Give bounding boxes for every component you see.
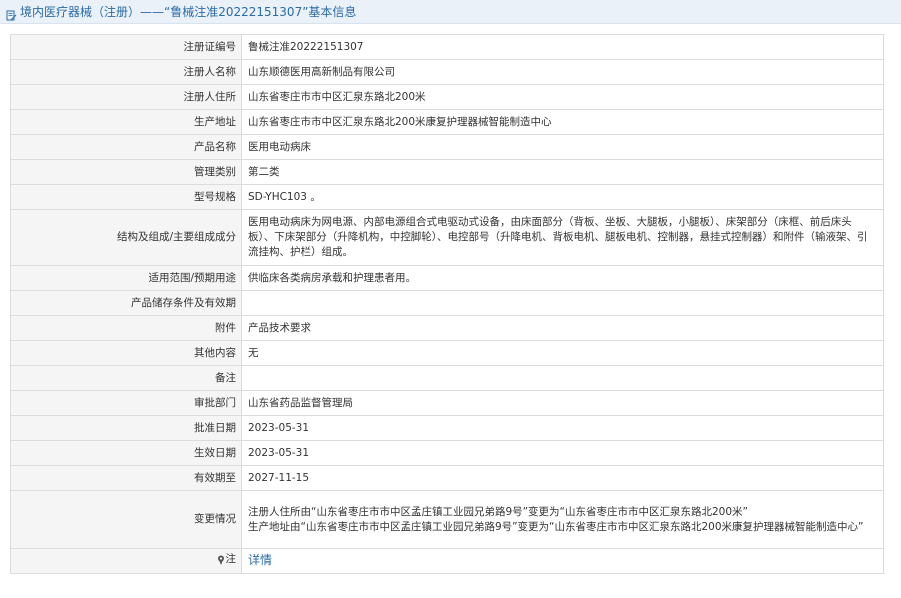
row-label: 附件 [10,315,242,341]
row-label: 注册证编号 [10,34,242,60]
table-row: 注册人名称 山东顺德医用高新制品有限公司 [10,59,884,85]
row-value [241,365,884,391]
row-label: 型号规格 [10,184,242,210]
table-row: 备注 [10,365,884,391]
detail-link[interactable]: 详情 [248,553,272,567]
table-row: 适用范围/预期用途 供临床各类病房承载和护理患者用。 [10,265,884,291]
table-row: 生效日期 2023-05-31 [10,440,884,466]
row-label: 审批部门 [10,390,242,416]
row-value: 山东省枣庄市市中区汇泉东路北200米 [241,84,884,110]
row-label: 备注 [10,365,242,391]
row-label: 产品名称 [10,134,242,160]
table-row: 其他内容无 [10,340,884,366]
row-label: 其他内容 [10,340,242,366]
table-row: 批准日期 2023-05-31 [10,415,884,441]
table-row-note: 注详情 [10,548,884,574]
pin-icon [217,555,225,565]
info-table: 注册证编号 鲁械注准20222151307 注册人名称 山东顺德医用高新制品有限公司注… [10,34,884,574]
row-value: 2023-05-31 [241,415,884,441]
table-row: 注册证编号 鲁械注准20222151307 [10,34,884,60]
row-value: 2027-11-15 [241,465,884,491]
page-title: 境内医疗器械（注册）——“鲁械注准20222151307”基本信息 [20,5,357,19]
row-value: 产品技术要求 [241,315,884,341]
row-label: 生效日期 [10,440,242,466]
change-line-production: 生产地址由“山东省枣庄市市中区孟庄镇工业园兄弟路9号”变更为“山东省枣庄市市中区… [248,520,864,533]
row-value: 2023-05-31 [241,440,884,466]
note-label: 注 [225,553,237,566]
row-label: 批准日期 [10,415,242,441]
table-row: 管理类别 第二类 [10,159,884,185]
change-line-registrant: 注册人住所由“山东省枣庄市市中区孟庄镇工业园兄弟路9号”变更为“山东省枣庄市市中… [248,505,748,518]
row-label: 注册人名称 [10,59,242,85]
note-label-wrap: 注 [217,552,237,567]
table-row: 生产地址 山东省枣庄市市中区汇泉东路北200米康复护理器械智能制造中心 [10,109,884,135]
row-label: 有效期至 [10,465,242,491]
document-edit-icon [6,6,17,21]
table-row: 附件 产品技术要求 [10,315,884,341]
row-label: 管理类别 [10,159,242,185]
row-label: 结构及组成/主要组成成分 [10,209,242,266]
note-value: 详情 [241,548,884,574]
row-value: 医用电动病床 [241,134,884,160]
table-row: 结构及组成/主要组成成分 医用电动病床为网电源、内部电源组合式电驱动式设备，由床面… [10,209,884,266]
note-label-cell: 注 [10,548,242,574]
row-value: 山东顺德医用高新制品有限公司 [241,59,884,85]
table-row: 注册人住所 山东省枣庄市市中区汇泉东路北200米 [10,84,884,110]
row-value: 山东省药品监督管理局 [241,390,884,416]
table-row: 有效期至 2027-11-15 [10,465,884,491]
row-value: 医用电动病床为网电源、内部电源组合式电驱动式设备，由床面部分（背板、坐板、大腿板… [241,209,884,266]
row-label: 适用范围/预期用途 [10,265,242,291]
row-value: 供临床各类病房承载和护理患者用。 [241,265,884,291]
table-row: 型号规格 SD-YHC103 。 [10,184,884,210]
table-row: 产品名称 医用电动病床 [10,134,884,160]
row-label: 生产地址 [10,109,242,135]
table-row: 产品储存条件及有效期 [10,290,884,316]
change-value: 注册人住所由“山东省枣庄市市中区孟庄镇工业园兄弟路9号”变更为“山东省枣庄市市中… [241,490,884,549]
row-label: 注册人住所 [10,84,242,110]
page: 境内医疗器械（注册）——“鲁械注准20222151307”基本信息 注册证编号鲁… [0,0,901,598]
row-value: 山东省枣庄市市中区汇泉东路北200米康复护理器械智能制造中心 [241,109,884,135]
row-value: SD-YHC103 。 [241,184,884,210]
row-value: 无 [241,340,884,366]
row-value: 第二类 [241,159,884,185]
row-value [241,290,884,316]
change-label: 变更情况 [10,490,242,549]
table-row-change: 变更情况 注册人住所由“山东省枣庄市市中区孟庄镇工业园兄弟路9号”变更为“山东省枣… [10,490,884,549]
row-label: 产品储存条件及有效期 [10,290,242,316]
row-value: 鲁械注准20222151307 [241,34,884,60]
table-row: 审批部门 山东省药品监督管理局 [10,390,884,416]
title-bar: 境内医疗器械（注册）——“鲁械注准20222151307”基本信息 [0,0,901,24]
